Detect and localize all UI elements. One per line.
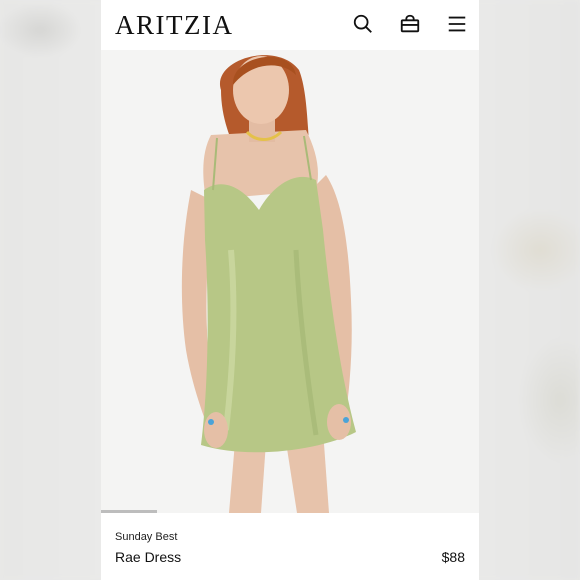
product-info: Sunday Best Rae Dress $88	[101, 513, 479, 580]
product-price: $88	[441, 549, 465, 565]
brand-logo[interactable]: ARITZIA	[115, 10, 233, 41]
top-nav-bar: ARITZIA	[101, 0, 479, 50]
product-screen: ARITZIA Sunday Best Rae Dress $88	[101, 0, 479, 580]
product-brand: Sunday Best	[115, 531, 178, 543]
product-image[interactable]	[101, 50, 479, 513]
product-name[interactable]: Rae Dress	[115, 549, 181, 565]
shopping-bag-icon[interactable]	[398, 12, 422, 36]
menu-icon[interactable]	[445, 12, 469, 36]
model-in-dress-illustration	[101, 50, 479, 513]
search-icon[interactable]	[351, 12, 375, 36]
